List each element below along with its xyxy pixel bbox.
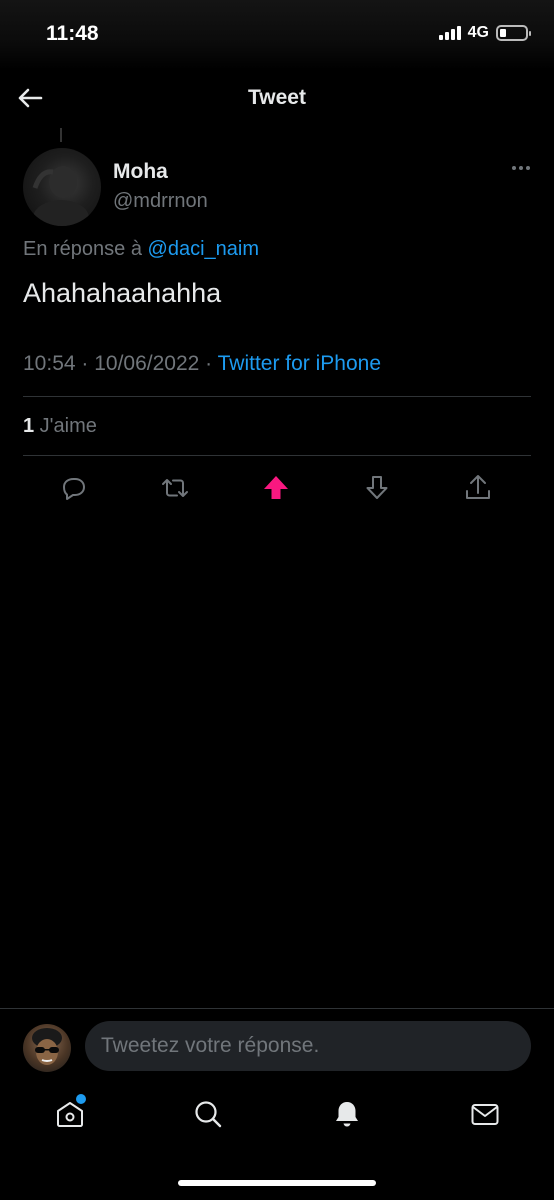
reply-context: En réponse à @daci_naim bbox=[23, 238, 259, 261]
home-notification-dot bbox=[76, 1094, 86, 1104]
tab-messages[interactable] bbox=[469, 1098, 501, 1130]
retweet-icon bbox=[162, 479, 188, 497]
tweet-actions bbox=[23, 468, 531, 508]
upvote-icon bbox=[264, 476, 288, 499]
upvote-button[interactable] bbox=[260, 472, 292, 504]
tweet-text: Ahahahaahahha bbox=[23, 278, 222, 308]
tweet-source-link[interactable]: Twitter for iPhone bbox=[218, 352, 381, 375]
thread-connector-line bbox=[60, 128, 62, 142]
battery-icon bbox=[496, 25, 531, 41]
retweet-button[interactable] bbox=[159, 472, 191, 504]
search-icon bbox=[195, 1101, 222, 1128]
downvote-button[interactable] bbox=[361, 472, 393, 504]
messages-icon bbox=[471, 1104, 499, 1125]
divider bbox=[23, 396, 531, 397]
tab-notifications[interactable] bbox=[331, 1098, 363, 1130]
author-name[interactable]: Moha bbox=[113, 160, 168, 184]
avatar-photo-icon bbox=[32, 166, 89, 226]
current-user-avatar[interactable] bbox=[23, 1024, 71, 1072]
notifications-icon bbox=[336, 1102, 358, 1127]
status-time: 11:48 bbox=[46, 22, 99, 45]
tweet-timestamp: 10:54 · 10/06/2022 · bbox=[23, 352, 218, 375]
author-handle[interactable]: @mdrrnon bbox=[113, 190, 208, 213]
divider bbox=[23, 455, 531, 456]
reply-mention-link[interactable]: @daci_naim bbox=[148, 238, 259, 260]
like-count-label: J'aime bbox=[34, 415, 97, 437]
signal-icon bbox=[438, 26, 461, 40]
composer-divider bbox=[0, 1008, 554, 1009]
reply-icon bbox=[63, 478, 85, 500]
share-button[interactable] bbox=[462, 472, 494, 504]
status-bar: 11:48 4G bbox=[0, 0, 554, 70]
share-icon bbox=[466, 475, 490, 499]
reply-prefix: En réponse à bbox=[23, 238, 148, 260]
like-count-number: 1 bbox=[23, 415, 35, 437]
downvote-icon bbox=[366, 476, 388, 499]
reply-button[interactable] bbox=[58, 472, 90, 504]
likes-count[interactable]: 1 J'aime bbox=[23, 415, 97, 438]
sunglasses-face-icon bbox=[32, 1028, 62, 1065]
top-bar: Tweet bbox=[0, 70, 554, 126]
more-options-icon[interactable] bbox=[512, 158, 536, 178]
page-title: Tweet bbox=[248, 86, 306, 109]
reply-input[interactable]: Tweetez votre réponse. bbox=[85, 1021, 531, 1071]
tab-search[interactable] bbox=[192, 1098, 224, 1130]
network-type: 4G bbox=[467, 24, 489, 41]
author-avatar[interactable] bbox=[23, 148, 101, 226]
home-indicator[interactable] bbox=[178, 1180, 376, 1186]
tweet-metadata: 10:54 · 10/06/2022 · Twitter for iPhone bbox=[23, 352, 381, 376]
status-indicators: 4G bbox=[438, 24, 531, 42]
